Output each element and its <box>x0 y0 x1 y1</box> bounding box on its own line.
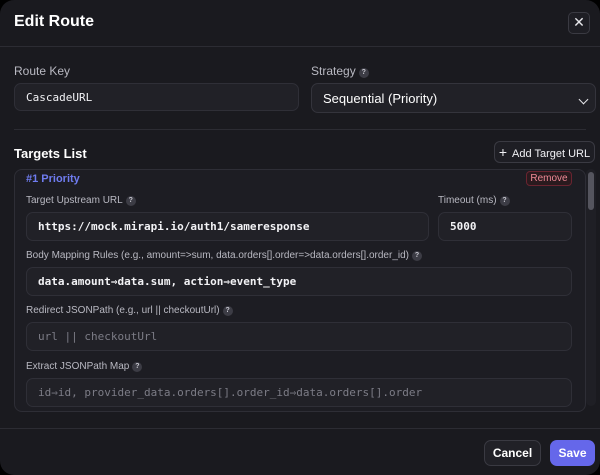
redirect-jsonpath-label-text: Redirect JSONPath (e.g., url || checkout… <box>26 305 220 316</box>
chevron-down-icon <box>578 94 589 105</box>
route-key-input[interactable]: CascadeURL <box>14 83 299 111</box>
timeout-label: Timeout (ms)? <box>438 195 510 206</box>
upstream-url-input[interactable]: https://mock.mirapi.io/auth1/samerespons… <box>26 212 429 241</box>
timeout-label-text: Timeout (ms) <box>438 195 497 206</box>
remove-button[interactable]: Remove <box>526 171 572 186</box>
body-mapping-label-text: Body Mapping Rules (e.g., amount=>sum, d… <box>26 250 409 261</box>
section-divider <box>14 129 586 130</box>
redirect-jsonpath-label: Redirect JSONPath (e.g., url || checkout… <box>26 305 233 316</box>
help-icon[interactable]: ? <box>132 362 143 372</box>
strategy-label: Strategy? <box>311 64 369 78</box>
save-button[interactable]: Save <box>550 440 595 466</box>
priority-label: #1 Priority <box>26 173 80 185</box>
close-icon[interactable]: ✕ <box>568 12 590 34</box>
strategy-label-text: Strategy <box>311 64 356 78</box>
upstream-url-label-text: Target Upstream URL <box>26 195 123 206</box>
upstream-url-label: Target Upstream URL? <box>26 195 136 206</box>
targets-list-title: Targets List <box>14 146 87 161</box>
body-mapping-input[interactable]: data.amount⇒data.sum, action⇒event_type <box>26 267 572 296</box>
help-icon[interactable]: ? <box>412 251 422 261</box>
help-icon[interactable]: ? <box>358 68 369 78</box>
modal-title: Edit Route <box>14 13 94 30</box>
scrollbar-thumb[interactable] <box>588 172 594 210</box>
help-icon[interactable]: ? <box>499 196 510 206</box>
body-mapping-label: Body Mapping Rules (e.g., amount=>sum, d… <box>26 250 422 261</box>
scrollbar-track[interactable] <box>586 169 596 406</box>
help-icon[interactable]: ? <box>125 196 136 206</box>
redirect-jsonpath-input[interactable]: url || checkoutUrl <box>26 322 572 351</box>
route-key-label: Route Key <box>14 64 71 78</box>
add-target-url-label: Add Target URL <box>512 148 591 160</box>
footer-divider <box>0 428 600 429</box>
cancel-button[interactable]: Cancel <box>484 440 541 466</box>
modal-header: Edit Route ✕ <box>0 0 600 47</box>
strategy-selected-value: Sequential (Priority) <box>323 91 438 106</box>
timeout-input[interactable]: 5000 <box>438 212 572 241</box>
target-card: #1 Priority Remove Target Upstream URL? … <box>14 169 586 412</box>
extract-jsonpath-label: Extract JSONPath Map? <box>26 361 143 372</box>
plus-icon: + <box>498 144 508 160</box>
edit-route-modal: Edit Route ✕ Route Key CascadeURL Strate… <box>0 0 600 475</box>
extract-jsonpath-input[interactable]: id⇒id, provider_data.orders[].order_id⇒d… <box>26 378 572 407</box>
extract-jsonpath-label-text: Extract JSONPath Map <box>26 361 130 372</box>
add-target-url-button[interactable]: + Add Target URL <box>494 141 595 163</box>
strategy-select[interactable]: Sequential (Priority) <box>311 83 596 113</box>
help-icon[interactable]: ? <box>222 306 233 316</box>
